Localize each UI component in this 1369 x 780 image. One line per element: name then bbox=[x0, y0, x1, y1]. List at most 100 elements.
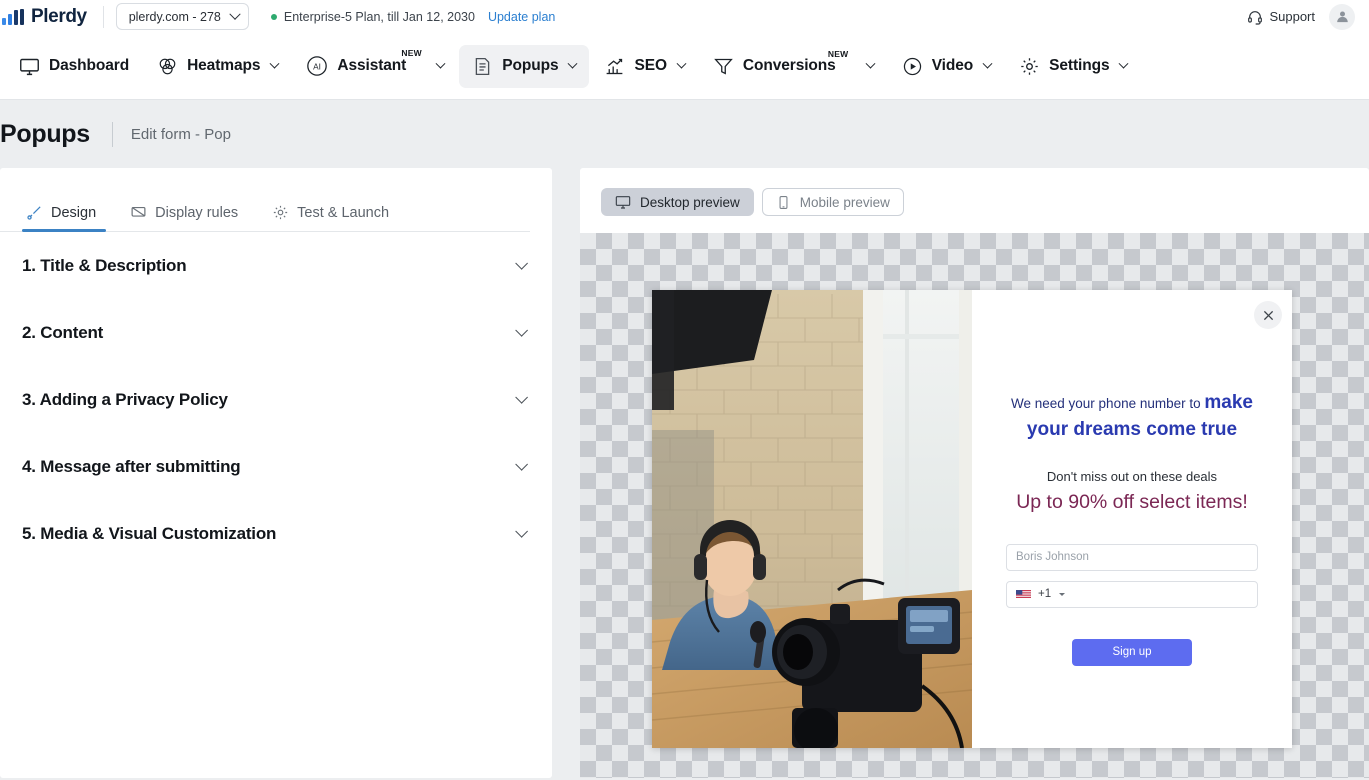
chevron-down-icon bbox=[1119, 58, 1129, 68]
chevron-down-icon bbox=[865, 58, 875, 68]
nav-item-conversions[interactable]: Conversions NEW bbox=[700, 45, 887, 88]
funnel-icon bbox=[713, 56, 734, 77]
close-icon bbox=[1263, 310, 1274, 321]
nav-label: Dashboard bbox=[49, 57, 129, 75]
accordion-section-5[interactable]: 5. Media & Visual Customization bbox=[22, 500, 530, 567]
popup-subheadline: Don't miss out on these deals Up to 90% … bbox=[1004, 469, 1260, 514]
chevron-down-icon bbox=[270, 58, 280, 68]
chevron-down-icon bbox=[515, 257, 528, 270]
status-dot-icon bbox=[271, 14, 277, 20]
venn-circles-icon bbox=[157, 56, 178, 77]
nav-label: Conversions bbox=[743, 57, 836, 75]
nav-label: Settings bbox=[1049, 57, 1109, 75]
accordion-title: 5. Media & Visual Customization bbox=[22, 524, 276, 544]
tab-label: Display rules bbox=[155, 205, 238, 221]
chevron-down-icon bbox=[436, 58, 446, 68]
popup-preview: We need your phone number to make your d… bbox=[652, 290, 1292, 748]
accordion-section-4[interactable]: 4. Message after submitting bbox=[22, 433, 530, 500]
phone-country-code: +1 bbox=[1038, 588, 1051, 600]
chevron-down-icon bbox=[676, 58, 686, 68]
logo-text: Plerdy bbox=[31, 6, 87, 28]
accordion-title: 4. Message after submitting bbox=[22, 457, 241, 477]
monitor-icon bbox=[19, 56, 40, 77]
avatar[interactable] bbox=[1329, 4, 1355, 30]
accordion-sections: 1. Title & Description 2. Content 3. Add… bbox=[0, 232, 552, 567]
document-lines-icon bbox=[472, 56, 493, 77]
popup-image bbox=[652, 290, 972, 748]
nav-badge-new: NEW bbox=[828, 49, 848, 59]
nav-item-video[interactable]: Video bbox=[889, 45, 1004, 88]
nav-label: Popups bbox=[502, 57, 558, 75]
chevron-down-icon bbox=[515, 458, 528, 471]
chevron-down-icon bbox=[1059, 593, 1065, 596]
plan-status: Enterprise-5 Plan, till Jan 12, 2030 Upd… bbox=[271, 10, 556, 24]
play-circle-icon bbox=[902, 56, 923, 77]
desktop-icon bbox=[615, 194, 631, 210]
ai-circle-icon: AI bbox=[306, 55, 328, 77]
popup-close-button[interactable] bbox=[1254, 301, 1282, 329]
nav-item-assistant[interactable]: AI Assistant NEW bbox=[293, 44, 457, 88]
page-title: Popups bbox=[0, 120, 90, 149]
chevron-down-icon bbox=[515, 324, 528, 337]
preview-panel: Desktop preview Mobile preview bbox=[580, 168, 1369, 778]
nav-item-heatmaps[interactable]: Heatmaps bbox=[144, 45, 291, 88]
tab-test-launch[interactable]: Test & Launch bbox=[268, 198, 399, 231]
sub-small-text: Don't miss out on these deals bbox=[1004, 469, 1260, 484]
main-navigation: Dashboard Heatmaps AI Assistant NEW Popu… bbox=[0, 33, 1369, 100]
headset-icon bbox=[1247, 9, 1263, 25]
nav-item-settings[interactable]: Settings bbox=[1006, 45, 1140, 88]
update-plan-link[interactable]: Update plan bbox=[488, 10, 555, 24]
editor-tabs: Design Display rules Test & Launch bbox=[0, 168, 530, 232]
preview-toggle-group: Desktop preview Mobile preview bbox=[580, 168, 1369, 233]
popup-headline: We need your phone number to make your d… bbox=[1004, 390, 1260, 444]
gear-icon bbox=[272, 204, 289, 221]
phone-input[interactable]: +1 bbox=[1006, 581, 1258, 608]
top-bar: Plerdy plerdy.com - 278 Enterprise-5 Pla… bbox=[0, 0, 1369, 33]
accordion-title: 1. Title & Description bbox=[22, 256, 186, 276]
signup-button[interactable]: Sign up bbox=[1072, 639, 1192, 666]
topbar-right-group: Support bbox=[1247, 4, 1355, 30]
nav-label: SEO bbox=[634, 57, 666, 75]
nav-label: Video bbox=[932, 57, 973, 75]
svg-text:AI: AI bbox=[313, 63, 321, 72]
nav-item-popups[interactable]: Popups bbox=[459, 45, 589, 88]
preview-toggle-label: Mobile preview bbox=[800, 195, 890, 210]
name-input[interactable]: Boris Johnson bbox=[1006, 544, 1258, 571]
breadcrumb-separator bbox=[112, 122, 113, 147]
chevron-down-icon bbox=[229, 8, 240, 19]
site-selector[interactable]: plerdy.com - 278 bbox=[116, 3, 249, 30]
chevron-down-icon bbox=[568, 58, 578, 68]
chevron-down-icon bbox=[515, 391, 528, 404]
preview-canvas: We need your phone number to make your d… bbox=[580, 233, 1369, 778]
body-split: Design Display rules Test & Launch 1. Ti… bbox=[0, 168, 1369, 778]
plan-text: Enterprise-5 Plan, till Jan 12, 2030 bbox=[284, 10, 475, 24]
accordion-section-3[interactable]: 3. Adding a Privacy Policy bbox=[22, 366, 530, 433]
tab-label: Test & Launch bbox=[297, 205, 389, 221]
support-button[interactable]: Support bbox=[1247, 9, 1315, 25]
breadcrumb: Edit form - Pop bbox=[131, 126, 231, 143]
tab-display-rules[interactable]: Display rules bbox=[126, 198, 248, 231]
preview-toggle-label: Desktop preview bbox=[640, 195, 740, 210]
user-avatar-icon bbox=[1335, 9, 1350, 24]
mobile-icon bbox=[776, 195, 791, 210]
nav-item-dashboard[interactable]: Dashboard bbox=[6, 45, 142, 88]
plerdy-logo[interactable]: Plerdy bbox=[0, 6, 87, 28]
brush-icon bbox=[26, 204, 43, 221]
topbar-divider bbox=[103, 6, 104, 28]
display-icon bbox=[130, 204, 147, 221]
bar-chart-arrow-icon bbox=[604, 56, 625, 77]
desktop-preview-button[interactable]: Desktop preview bbox=[601, 188, 754, 216]
popup-form: We need your phone number to make your d… bbox=[972, 290, 1292, 748]
accordion-section-1[interactable]: 1. Title & Description bbox=[22, 232, 530, 299]
headline-small-text: We need your phone number to bbox=[1011, 396, 1204, 411]
tab-label: Design bbox=[51, 205, 96, 221]
accordion-section-2[interactable]: 2. Content bbox=[22, 299, 530, 366]
nav-item-seo[interactable]: SEO bbox=[591, 45, 697, 88]
editor-panel: Design Display rules Test & Launch 1. Ti… bbox=[0, 168, 552, 778]
podcast-studio-photo bbox=[652, 290, 972, 748]
mobile-preview-button[interactable]: Mobile preview bbox=[762, 188, 904, 216]
chevron-down-icon bbox=[983, 58, 993, 68]
accordion-title: 3. Adding a Privacy Policy bbox=[22, 390, 228, 410]
tab-design[interactable]: Design bbox=[22, 198, 106, 231]
name-input-placeholder: Boris Johnson bbox=[1016, 551, 1089, 563]
